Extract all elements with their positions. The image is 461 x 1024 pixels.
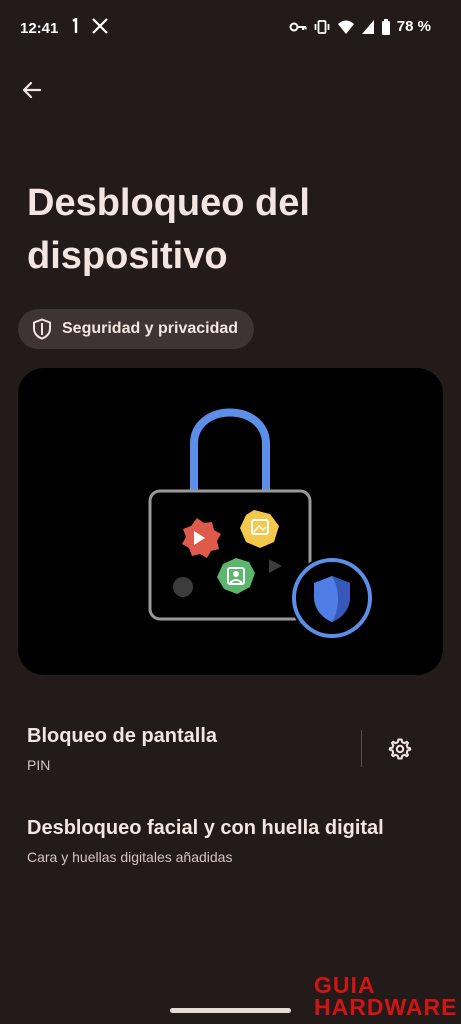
lock-shackle	[190, 408, 270, 491]
lock-illustration-graphic	[148, 408, 374, 640]
guia-hardware-watermark: GUIA HARDWARE	[314, 972, 457, 1022]
battery-icon	[381, 18, 390, 35]
x-app-icon	[92, 18, 108, 34]
screen-lock-settings-button[interactable]	[383, 732, 417, 766]
page-title: Desbloqueo del dispositivo	[27, 182, 310, 277]
shield-icon	[33, 318, 51, 340]
shield-badge-icon	[290, 556, 374, 640]
status-right: 78 %	[289, 18, 431, 35]
vibrate-icon	[314, 19, 330, 34]
lock-illustration	[18, 368, 443, 675]
face-fingerprint-unlock-title: Desbloqueo facial y con huella digital	[27, 817, 384, 839]
wifi-icon	[337, 20, 354, 34]
face-fingerprint-unlock-item[interactable]: Desbloqueo facial y con huella digital C…	[0, 802, 461, 882]
status-left-icons	[70, 18, 108, 34]
gesture-nav-handle[interactable]	[170, 1008, 291, 1013]
arrow-back-icon	[22, 81, 42, 99]
lock-body	[148, 489, 312, 621]
watermark-line2: HARDWARE	[314, 994, 458, 1020]
back-button[interactable]	[16, 74, 48, 106]
key-icon	[289, 22, 307, 31]
gear-icon	[388, 738, 412, 760]
status-time: 12:41	[20, 20, 59, 37]
screen-lock-summary: PIN	[27, 757, 51, 773]
screen-lock-title: Bloqueo de pantalla	[27, 725, 218, 747]
screen-lock-item[interactable]: Bloqueo de pantalla PIN	[0, 710, 350, 790]
face-fingerprint-unlock-summary: Cara y huellas digitales añadidas	[27, 849, 233, 865]
status-bar: 12:41 78 %	[0, 0, 461, 58]
security-privacy-chip[interactable]: Seguridad y privacidad	[18, 309, 255, 349]
signal-icon	[361, 19, 374, 34]
chip-label: Seguridad y privacidad	[62, 320, 239, 337]
notification-digit-icon	[72, 18, 78, 33]
vertical-divider	[361, 730, 362, 767]
grey-dot	[173, 577, 193, 597]
battery-percent: 78 %	[396, 18, 431, 35]
